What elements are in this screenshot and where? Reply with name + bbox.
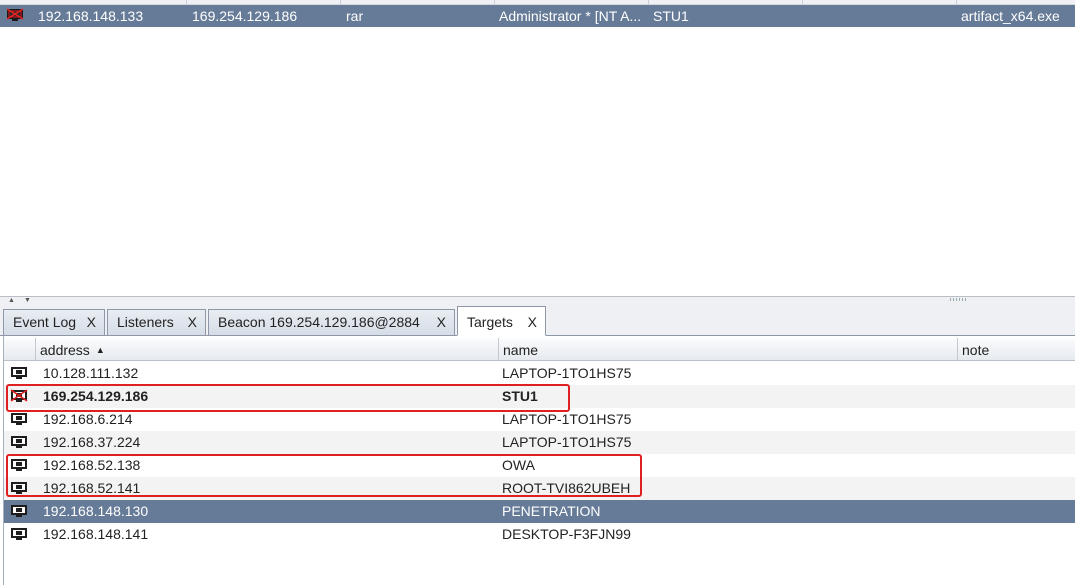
column-header-icon[interactable]: [4, 338, 35, 360]
targets-table: address ▲ name note 10.128.111.132 LAPTOP…: [3, 336, 1075, 585]
target-name: PENETRATION: [502, 503, 601, 519]
collapse-down-icon[interactable]: ▼: [24, 297, 31, 304]
tab-label: Beacon 169.254.129.186@2884: [218, 314, 420, 330]
tab-bar: Event Log X Listeners X Beacon 169.254.1…: [0, 304, 1075, 336]
beacon-external-ip: 192.168.148.133: [38, 8, 144, 24]
target-name: OWA: [502, 457, 535, 473]
column-header-label: address: [40, 342, 90, 358]
table-row[interactable]: 192.168.52.141 ROOT-TVI862UBEH: [4, 477, 1075, 500]
target-address: 192.168.148.130: [43, 503, 149, 519]
target-name: LAPTOP-1TO1HS75: [502, 434, 632, 450]
table-row[interactable]: 192.168.148.141 DESKTOP-F3FJN99: [4, 523, 1075, 546]
tab-close-button[interactable]: X: [87, 310, 96, 334]
tab-beacon[interactable]: Beacon 169.254.129.186@2884 X: [208, 309, 455, 335]
tab-targets[interactable]: Targets X: [457, 306, 546, 336]
target-address: 192.168.148.141: [43, 526, 149, 542]
target-address: 192.168.6.214: [43, 411, 133, 427]
beacon-row[interactable]: 192.168.148.133 169.254.129.186 rar Admi…: [0, 5, 1075, 27]
tab-close-button[interactable]: X: [188, 310, 197, 334]
computer-icon: [11, 505, 27, 517]
tab-close-button[interactable]: X: [437, 310, 446, 334]
collapse-up-icon[interactable]: ▲: [8, 297, 15, 304]
table-row[interactable]: 192.168.37.224 LAPTOP-1TO1HS75: [4, 431, 1075, 454]
sort-ascending-icon: ▲: [95, 345, 105, 355]
column-header-note[interactable]: note: [957, 338, 1075, 360]
table-row[interactable]: 192.168.6.214 LAPTOP-1TO1HS75: [4, 408, 1075, 431]
target-name: STU1: [502, 388, 538, 404]
tab-label: Targets: [467, 314, 513, 330]
table-row[interactable]: 169.254.129.186 STU1: [4, 385, 1075, 408]
target-name: ROOT-TVI862UBEH: [502, 480, 631, 496]
tab-listeners[interactable]: Listeners X: [107, 309, 206, 335]
table-row-selected[interactable]: 192.168.148.130 PENETRATION: [4, 500, 1075, 523]
target-address: 192.168.52.138: [43, 457, 141, 473]
computer-icon: [11, 413, 27, 425]
column-header-address[interactable]: address ▲: [35, 338, 498, 360]
target-address: 192.168.52.141: [43, 480, 141, 496]
compromised-computer-icon: [10, 389, 28, 402]
table-row[interactable]: 192.168.52.138 OWA: [4, 454, 1075, 477]
computer-icon: [11, 482, 27, 494]
beacon-computer: STU1: [653, 8, 689, 24]
tab-label: Event Log: [13, 314, 77, 330]
target-address: 169.254.129.186: [43, 388, 149, 404]
table-row[interactable]: 10.128.111.132 LAPTOP-1TO1HS75: [4, 362, 1075, 385]
tab-close-button[interactable]: X: [528, 307, 537, 337]
column-header-name[interactable]: name: [498, 338, 957, 360]
computer-icon: [11, 367, 27, 379]
beacon-internal-ip: 169.254.129.186: [192, 8, 298, 24]
computer-icon: [11, 459, 27, 471]
splitter-grip-icon[interactable]: [950, 298, 968, 301]
beacon-listener: rar: [346, 8, 364, 24]
tab-label: Listeners: [117, 314, 174, 330]
beacon-session-icon: [6, 8, 24, 21]
column-header-label: note: [962, 342, 990, 358]
target-address: 192.168.37.224: [43, 434, 141, 450]
target-name: LAPTOP-1TO1HS75: [502, 365, 632, 381]
target-name: LAPTOP-1TO1HS75: [502, 411, 632, 427]
beacon-user: Administrator * [NT A...: [499, 8, 642, 24]
column-header-label: name: [503, 342, 539, 358]
computer-icon: [11, 436, 27, 448]
target-address: 10.128.111.132: [43, 365, 139, 381]
beacon-table: 192.168.148.133 169.254.129.186 rar Admi…: [0, 0, 1075, 296]
tab-event-log[interactable]: Event Log X: [3, 309, 105, 335]
target-name: DESKTOP-F3FJN99: [502, 526, 631, 542]
beacon-process: artifact_x64.exe: [961, 8, 1060, 24]
computer-icon: [11, 528, 27, 540]
targets-table-header: address ▲ name note: [4, 338, 1075, 361]
